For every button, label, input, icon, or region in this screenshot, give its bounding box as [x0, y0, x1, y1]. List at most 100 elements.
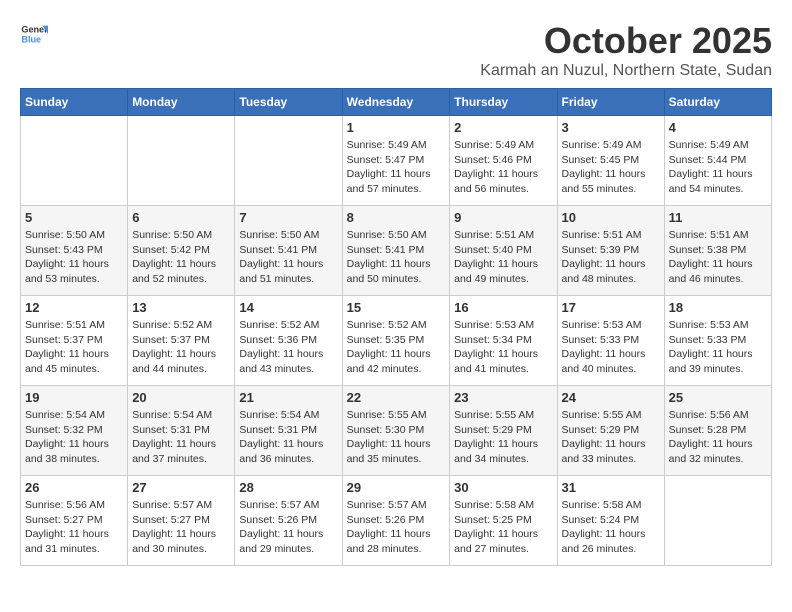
day-info: Sunrise: 5:56 AM Sunset: 5:27 PM Dayligh…	[25, 498, 123, 557]
day-number: 27	[132, 480, 230, 495]
logo-icon: General Blue	[20, 20, 48, 48]
day-info: Sunrise: 5:50 AM Sunset: 5:42 PM Dayligh…	[132, 228, 230, 287]
day-cell: 10 Sunrise: 5:51 AM Sunset: 5:39 PM Dayli…	[557, 206, 664, 296]
week-row-5: 26Sunrise: 5:56 AM Sunset: 5:27 PM Dayli…	[21, 476, 772, 566]
day-number: 10	[562, 210, 660, 225]
day-cell: 25 Sunrise: 5:56 AM Sunset: 5:28 PM Dayli…	[664, 386, 771, 476]
day-number: 25	[669, 390, 767, 405]
day-info: Sunrise: 5:49 AM Sunset: 5:46 PM Dayligh…	[454, 138, 552, 197]
day-cell: 21Sunrise: 5:54 AM Sunset: 5:31 PM Dayli…	[235, 386, 342, 476]
day-info: Sunrise: 5:50 AM Sunset: 5:41 PM Dayligh…	[239, 228, 337, 287]
week-row-4: 19 Sunrise: 5:54 AM Sunset: 5:32 PM Dayli…	[21, 386, 772, 476]
day-header-saturday: Saturday	[664, 89, 771, 116]
day-cell: 15 Sunrise: 5:52 AM Sunset: 5:35 PM Dayli…	[342, 296, 450, 386]
day-cell: 7 Sunrise: 5:50 AM Sunset: 5:41 PM Daylig…	[235, 206, 342, 296]
day-cell: 27 Sunrise: 5:57 AM Sunset: 5:27 PM Dayli…	[128, 476, 235, 566]
day-info: Sunrise: 5:55 AM Sunset: 5:30 PM Dayligh…	[347, 408, 446, 467]
day-number: 23	[454, 390, 552, 405]
day-cell: 6 Sunrise: 5:50 AM Sunset: 5:42 PM Daylig…	[128, 206, 235, 296]
month-title: October 2025	[480, 20, 772, 62]
day-number: 8	[347, 210, 446, 225]
day-number: 19	[25, 390, 123, 405]
day-info: Sunrise: 5:49 AM Sunset: 5:45 PM Dayligh…	[562, 138, 660, 197]
day-number: 9	[454, 210, 552, 225]
day-header-sunday: Sunday	[21, 89, 128, 116]
day-info: Sunrise: 5:51 AM Sunset: 5:39 PM Dayligh…	[562, 228, 660, 287]
day-cell: 18 Sunrise: 5:53 AM Sunset: 5:33 PM Dayli…	[664, 296, 771, 386]
day-header-tuesday: Tuesday	[235, 89, 342, 116]
day-header-thursday: Thursday	[450, 89, 557, 116]
day-number: 17	[562, 300, 660, 315]
day-cell: 5Sunrise: 5:50 AM Sunset: 5:43 PM Daylig…	[21, 206, 128, 296]
day-cell: 19 Sunrise: 5:54 AM Sunset: 5:32 PM Dayli…	[21, 386, 128, 476]
day-header-friday: Friday	[557, 89, 664, 116]
day-cell: 30 Sunrise: 5:58 AM Sunset: 5:25 PM Dayli…	[450, 476, 557, 566]
day-info: Sunrise: 5:55 AM Sunset: 5:29 PM Dayligh…	[454, 408, 552, 467]
calendar-table: SundayMondayTuesdayWednesdayThursdayFrid…	[20, 88, 772, 566]
day-number: 15	[347, 300, 446, 315]
day-number: 11	[669, 210, 767, 225]
day-info: Sunrise: 5:50 AM Sunset: 5:41 PM Dayligh…	[347, 228, 446, 287]
day-number: 20	[132, 390, 230, 405]
day-info: Sunrise: 5:52 AM Sunset: 5:37 PM Dayligh…	[132, 318, 230, 377]
day-cell: 8 Sunrise: 5:50 AM Sunset: 5:41 PM Daylig…	[342, 206, 450, 296]
day-info: Sunrise: 5:49 AM Sunset: 5:47 PM Dayligh…	[347, 138, 446, 197]
day-cell: 3 Sunrise: 5:49 AM Sunset: 5:45 PM Daylig…	[557, 116, 664, 206]
day-header-monday: Monday	[128, 89, 235, 116]
day-number: 5	[25, 210, 123, 225]
day-cell: 23 Sunrise: 5:55 AM Sunset: 5:29 PM Dayli…	[450, 386, 557, 476]
day-header-wednesday: Wednesday	[342, 89, 450, 116]
day-number: 16	[454, 300, 552, 315]
day-cell: 13 Sunrise: 5:52 AM Sunset: 5:37 PM Dayli…	[128, 296, 235, 386]
day-number: 18	[669, 300, 767, 315]
day-cell: 29Sunrise: 5:57 AM Sunset: 5:26 PM Dayli…	[342, 476, 450, 566]
day-cell: 31Sunrise: 5:58 AM Sunset: 5:24 PM Dayli…	[557, 476, 664, 566]
day-cell	[664, 476, 771, 566]
day-cell: 24Sunrise: 5:55 AM Sunset: 5:29 PM Dayli…	[557, 386, 664, 476]
day-number: 13	[132, 300, 230, 315]
day-number: 1	[347, 120, 446, 135]
day-cell: 11 Sunrise: 5:51 AM Sunset: 5:38 PM Dayli…	[664, 206, 771, 296]
day-number: 21	[239, 390, 337, 405]
day-info: Sunrise: 5:57 AM Sunset: 5:26 PM Dayligh…	[239, 498, 337, 557]
day-info: Sunrise: 5:54 AM Sunset: 5:31 PM Dayligh…	[132, 408, 230, 467]
day-cell: 9 Sunrise: 5:51 AM Sunset: 5:40 PM Daylig…	[450, 206, 557, 296]
day-number: 31	[562, 480, 660, 495]
location-title: Karmah an Nuzul, Northern State, Sudan	[480, 62, 772, 80]
logo: General Blue	[20, 20, 48, 48]
day-info: Sunrise: 5:53 AM Sunset: 5:33 PM Dayligh…	[669, 318, 767, 377]
page-header: General Blue October 2025 Karmah an Nuzu…	[20, 20, 772, 80]
day-number: 3	[562, 120, 660, 135]
day-info: Sunrise: 5:51 AM Sunset: 5:40 PM Dayligh…	[454, 228, 552, 287]
day-info: Sunrise: 5:58 AM Sunset: 5:25 PM Dayligh…	[454, 498, 552, 557]
day-number: 14	[239, 300, 337, 315]
day-info: Sunrise: 5:53 AM Sunset: 5:34 PM Dayligh…	[454, 318, 552, 377]
day-cell: 1 Sunrise: 5:49 AM Sunset: 5:47 PM Daylig…	[342, 116, 450, 206]
day-info: Sunrise: 5:56 AM Sunset: 5:28 PM Dayligh…	[669, 408, 767, 467]
calendar-body: 1 Sunrise: 5:49 AM Sunset: 5:47 PM Daylig…	[21, 116, 772, 566]
day-cell: 14 Sunrise: 5:52 AM Sunset: 5:36 PM Dayli…	[235, 296, 342, 386]
day-info: Sunrise: 5:49 AM Sunset: 5:44 PM Dayligh…	[669, 138, 767, 197]
day-number: 12	[25, 300, 123, 315]
day-number: 6	[132, 210, 230, 225]
day-info: Sunrise: 5:51 AM Sunset: 5:38 PM Dayligh…	[669, 228, 767, 287]
day-cell: 12Sunrise: 5:51 AM Sunset: 5:37 PM Dayli…	[21, 296, 128, 386]
day-info: Sunrise: 5:54 AM Sunset: 5:32 PM Dayligh…	[25, 408, 123, 467]
day-cell: 28Sunrise: 5:57 AM Sunset: 5:26 PM Dayli…	[235, 476, 342, 566]
day-info: Sunrise: 5:52 AM Sunset: 5:35 PM Dayligh…	[347, 318, 446, 377]
day-cell	[128, 116, 235, 206]
day-number: 22	[347, 390, 446, 405]
day-cell: 4 Sunrise: 5:49 AM Sunset: 5:44 PM Daylig…	[664, 116, 771, 206]
day-number: 4	[669, 120, 767, 135]
week-row-1: 1 Sunrise: 5:49 AM Sunset: 5:47 PM Daylig…	[21, 116, 772, 206]
day-info: Sunrise: 5:57 AM Sunset: 5:27 PM Dayligh…	[132, 498, 230, 557]
day-number: 30	[454, 480, 552, 495]
day-cell	[21, 116, 128, 206]
day-info: Sunrise: 5:53 AM Sunset: 5:33 PM Dayligh…	[562, 318, 660, 377]
day-number: 2	[454, 120, 552, 135]
day-cell: 2 Sunrise: 5:49 AM Sunset: 5:46 PM Daylig…	[450, 116, 557, 206]
title-section: October 2025 Karmah an Nuzul, Northern S…	[480, 20, 772, 80]
day-number: 24	[562, 390, 660, 405]
day-number: 7	[239, 210, 337, 225]
day-info: Sunrise: 5:52 AM Sunset: 5:36 PM Dayligh…	[239, 318, 337, 377]
